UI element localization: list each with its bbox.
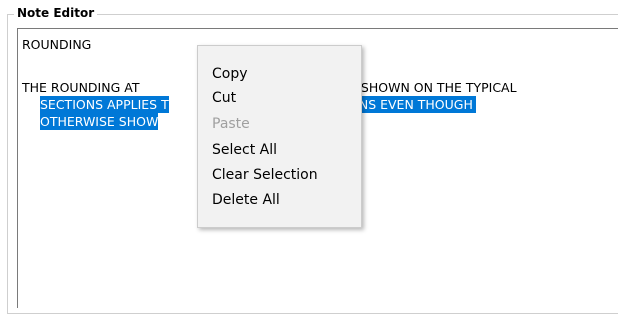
menu-item-copy[interactable]: Copy <box>212 62 248 86</box>
menu-item-clear-selection[interactable]: Clear Selection <box>212 163 318 187</box>
menu-item-paste: Paste <box>212 116 250 132</box>
editor-line-4-left-selected: SECTIONS APPLIES T <box>40 96 169 113</box>
editor-line-4-right-selected: ONS EVEN THOUGH <box>349 96 476 113</box>
editor-line-3-left: THE ROUNDING AT <box>22 80 140 95</box>
note-editor-title: Note Editor <box>14 3 98 23</box>
editor-line-5-selected: OTHERWISE SHOW <box>40 113 159 130</box>
menu-item-delete-all[interactable]: Delete All <box>212 188 280 212</box>
context-menu: Copy Cut Paste Select All Clear Selectio… <box>197 45 362 228</box>
editor-line-3-right: S SHOWN ON THE TYPICAL <box>349 80 517 95</box>
menu-item-select-all[interactable]: Select All <box>212 138 277 162</box>
menu-item-cut[interactable]: Cut <box>212 86 236 110</box>
editor-line-heading: ROUNDING <box>22 37 92 52</box>
